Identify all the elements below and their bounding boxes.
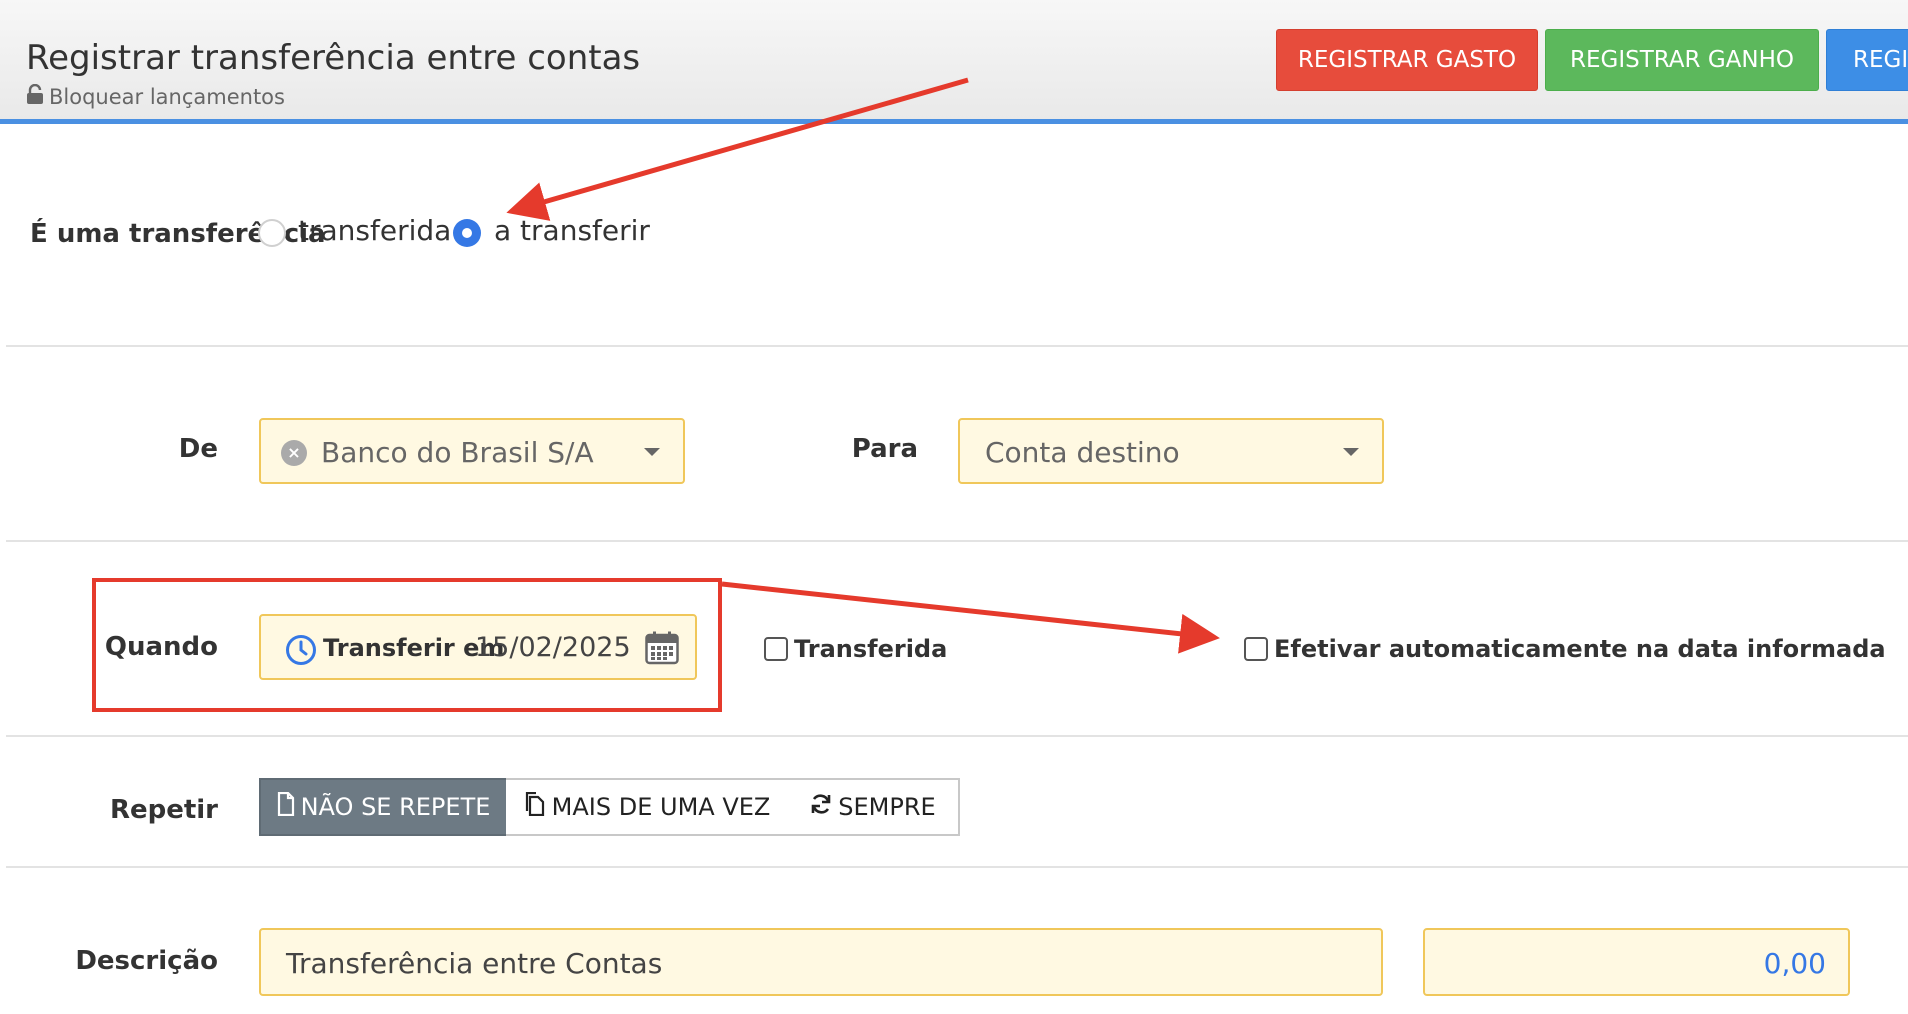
date-value: 15/02/2025 [475, 632, 631, 663]
lock-entries-link[interactable]: Bloquear lançamentos [26, 83, 285, 109]
radio-a-transferir[interactable] [453, 219, 481, 247]
divider [6, 345, 1908, 347]
radio-transferida[interactable] [258, 219, 286, 247]
to-account-placeholder: Conta destino [985, 436, 1180, 469]
calendar-icon[interactable] [645, 631, 679, 669]
radio-transferida-label[interactable]: transferida [298, 214, 451, 247]
chevron-down-icon [644, 448, 660, 456]
annotation-arrows [506, 77, 1220, 654]
transferida-checkbox[interactable] [764, 637, 788, 661]
to-label: Para [851, 434, 918, 464]
transfer-type-label: É uma transferência [30, 214, 326, 254]
annotation-arrow-to-checkbox [721, 581, 1220, 654]
repeat-option-always-label: SEMPRE [838, 793, 936, 821]
register-third-button[interactable]: REGIS [1826, 29, 1908, 91]
chevron-down-icon [1343, 448, 1359, 456]
from-account-value: Banco do Brasil S/A [321, 436, 594, 469]
auto-efetivar-checkbox[interactable] [1244, 637, 1268, 661]
register-income-button[interactable]: REGISTRAR GANHO [1545, 29, 1819, 91]
register-expense-button[interactable]: REGISTRAR GASTO [1276, 29, 1538, 91]
clock-icon [285, 634, 317, 670]
divider [6, 866, 1908, 868]
repeat-option-multiple-label: MAIS DE UMA VEZ [551, 793, 771, 821]
repeat-option-never[interactable]: NÃO SE REPETE [259, 778, 508, 836]
repeat-option-always[interactable]: SEMPRE [788, 778, 960, 836]
when-label: Quando [104, 632, 218, 662]
transferida-checkbox-label[interactable]: Transferida [794, 635, 947, 663]
amount-input[interactable]: 0,00 [1423, 928, 1850, 996]
repeat-option-never-label: NÃO SE REPETE [300, 793, 491, 821]
file-icon [277, 791, 301, 822]
page-header: Registrar transferência entre contas Blo… [0, 0, 1908, 124]
radio-a-transferir-label[interactable]: a transferir [494, 214, 650, 247]
repeat-option-multiple[interactable]: MAIS DE UMA VEZ [506, 778, 790, 836]
divider [6, 540, 1908, 542]
description-input[interactable]: Transferência entre Contas [259, 928, 1383, 996]
repeat-label: Repetir [109, 795, 218, 825]
copy-icon [524, 791, 552, 822]
refresh-icon [810, 793, 838, 821]
unlock-icon [26, 83, 49, 109]
description-value: Transferência entre Contas [286, 947, 663, 980]
auto-efetivar-checkbox-label[interactable]: Efetivar automaticamente na data informa… [1274, 635, 1886, 663]
divider [6, 735, 1908, 737]
page-title: Registrar transferência entre contas [26, 38, 641, 78]
from-account-select[interactable]: × Banco do Brasil S/A [259, 418, 685, 484]
date-field[interactable]: Transferir em 15/02/2025 [259, 614, 697, 680]
to-account-select[interactable]: Conta destino [958, 418, 1384, 484]
clear-icon[interactable]: × [281, 440, 307, 466]
from-label: De [178, 434, 218, 464]
amount-value: 0,00 [1763, 947, 1826, 980]
lock-entries-label: Bloquear lançamentos [49, 84, 285, 109]
description-label: Descrição [75, 946, 218, 976]
